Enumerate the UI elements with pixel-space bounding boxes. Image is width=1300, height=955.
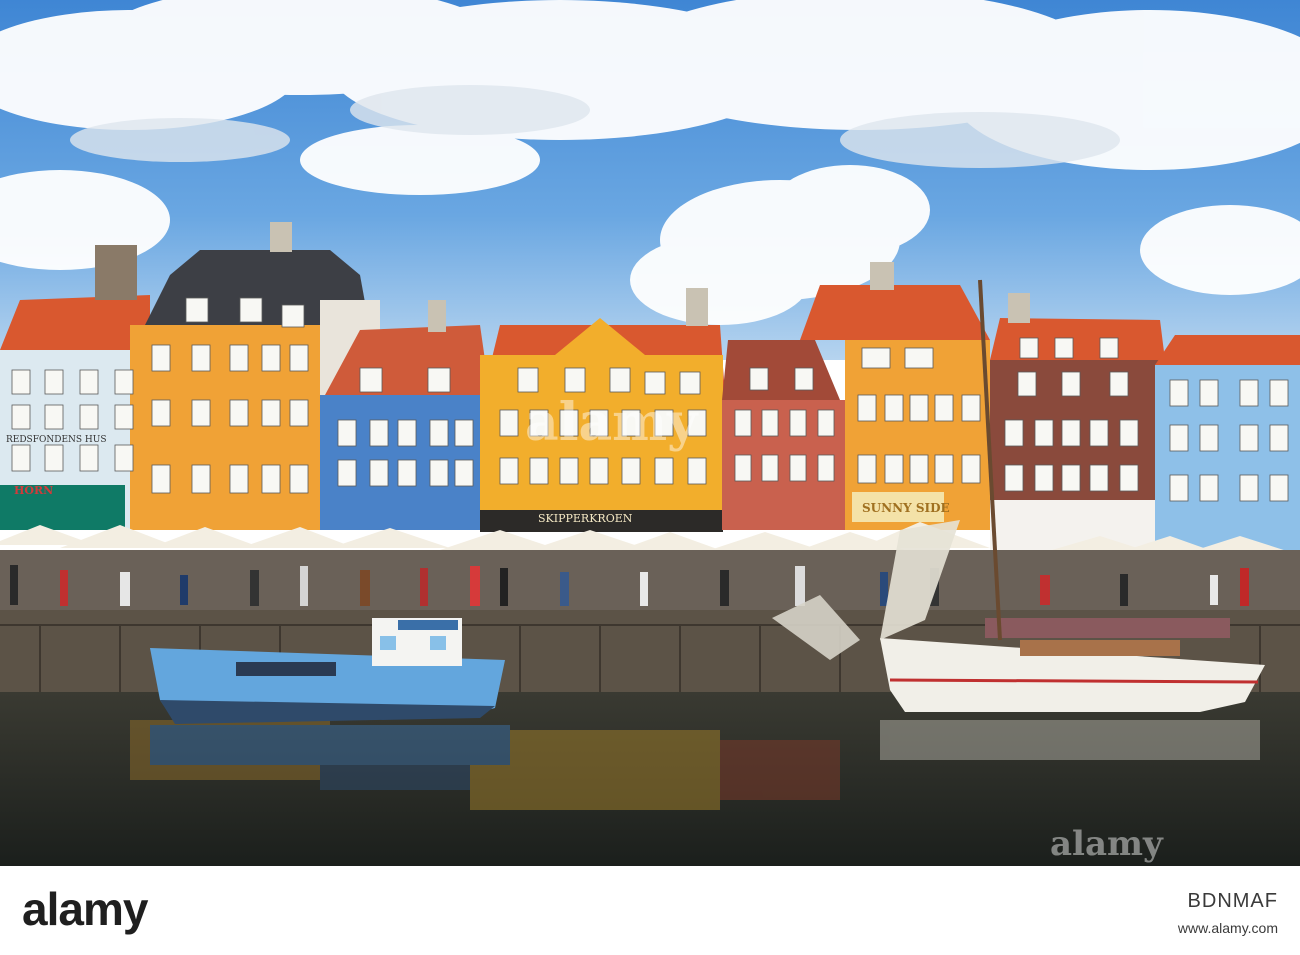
sign-skipperkroen: SKIPPERKROEN xyxy=(538,512,633,525)
sign-left: REDSFONDENS HUS xyxy=(6,435,107,445)
nyhavn-photo: REDSFONDENS HUS HORN SKIPPERKROEN SUNNY … xyxy=(0,0,1300,866)
image-stage: REDSFONDENS HUS HORN SKIPPERKROEN SUNNY … xyxy=(0,0,1300,955)
sign-sunny-side: SUNNY SIDE xyxy=(862,501,950,515)
footer-brand-logo: alamy xyxy=(22,883,148,935)
quay-promenade xyxy=(0,550,1300,610)
watermark-corner-logo: alamy xyxy=(1050,824,1164,864)
stock-footer: alamy BDNMAF www.alamy.com xyxy=(0,866,1300,955)
watermark-center-logo: alamy xyxy=(525,392,699,453)
footer-image-id: BDNMAF xyxy=(1187,890,1278,912)
sign-horn: HORN xyxy=(14,484,53,497)
footer-site-url: www.alamy.com xyxy=(1177,920,1278,936)
